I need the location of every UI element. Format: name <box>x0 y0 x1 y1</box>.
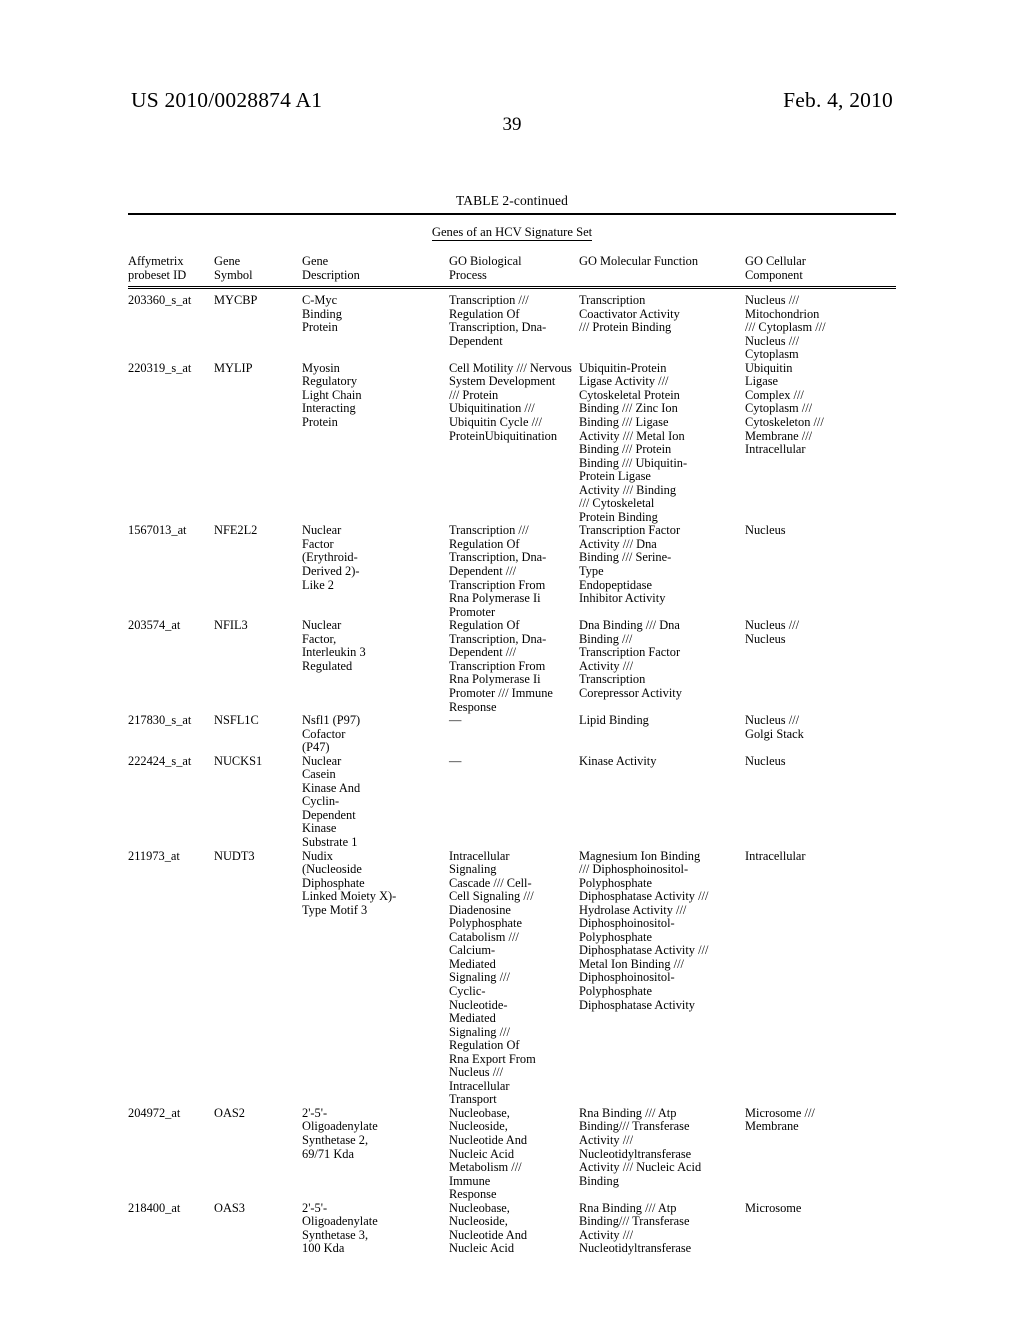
cell-function: Transcription Coactivator Activity /// P… <box>579 293 680 335</box>
table-row: 211973_at NUDT3 Nudix (Nucleoside Diphosph… <box>128 848 896 1107</box>
cell-component: Nucleus /// Mitochondrion /// Cytoplasm … <box>745 293 826 362</box>
column-header-description: Gene Description <box>302 254 360 282</box>
cell-probeset: 218400_at <box>128 1200 181 1215</box>
table-header-row: Affymetrix probeset ID Gene Symbol Gene De… <box>128 242 896 286</box>
cell-function: Magnesium Ion Binding /// Diphosphoinosi… <box>579 848 709 1012</box>
page-number: 39 <box>502 114 522 135</box>
cell-description: Myosin Regulatory Light Chain Interactin… <box>302 360 362 430</box>
cell-component: Nucleus /// Nucleus <box>745 618 800 646</box>
cell-description: 2'-5'- Oligoadenylate Synthetase 2, 69/7… <box>302 1105 378 1161</box>
cell-process: Intracellular Signaling Cascade /// Cell… <box>449 848 536 1107</box>
cell-description: 2'-5'- Oligoadenylate Synthetase 3, 100 … <box>302 1200 378 1256</box>
publication-number: US 2010/0028874 A1 <box>131 88 323 112</box>
cell-component: Microsome /// Membrane <box>745 1105 815 1134</box>
table-row: 1567013_at NFE2L2 Nuclear Factor (Erythroi… <box>128 524 896 619</box>
cell-process: — <box>449 753 462 768</box>
cell-component: Nucleus <box>745 753 786 768</box>
table-2-continued: TABLE 2-continued Genes of an HCV Signat… <box>128 193 896 1256</box>
cell-component: Ubiquitin Ligase Complex /// Cytoplasm /… <box>745 360 824 457</box>
cell-process: Transcription /// Regulation Of Transcri… <box>449 523 547 619</box>
cell-description: Nuclear Factor (Erythroid- Derived 2)- L… <box>302 523 360 592</box>
column-header-process: GO Biological Process <box>449 254 522 282</box>
table-subtitle-text: Genes of an HCV Signature Set <box>431 225 593 241</box>
cell-function: Rna Binding /// Atp Binding/// Transfera… <box>579 1200 692 1256</box>
cell-symbol: OAS3 <box>214 1200 245 1215</box>
cell-probeset: 217830_s_at <box>128 713 192 728</box>
cell-process: Cell Motility /// Nervous System Develop… <box>449 360 572 443</box>
table-row: 203574_at NFIL3 Nuclear Factor, Interleuki… <box>128 618 896 714</box>
cell-symbol: MYLIP <box>214 360 253 375</box>
table-body: 203360_s_at MYCBP C-Myc Binding Protein Tra… <box>128 289 896 1256</box>
cell-symbol: NUDT3 <box>214 848 255 863</box>
cell-description: C-Myc Binding Protein <box>302 293 342 335</box>
cell-description: Nsfl1 (P97) Cofactor (P47) <box>302 713 361 755</box>
cell-function: Lipid Binding <box>579 713 649 728</box>
cell-symbol: NFIL3 <box>214 618 248 633</box>
cell-process: Transcription /// Regulation Of Transcri… <box>449 293 547 348</box>
patent-page: US 2010/0028874 A1 Feb. 4, 2010 39 TABLE… <box>0 0 1024 1320</box>
table-row: 220319_s_at MYLIP Myosin Regulatory Light … <box>128 360 896 525</box>
table-row: 204972_at OAS2 2'-5'- Oligoadenylate Synth… <box>128 1105 896 1202</box>
cell-symbol: NFE2L2 <box>214 523 258 538</box>
column-header-probeset: Affymetrix probeset ID <box>128 254 187 282</box>
table-caption: TABLE 2-continued <box>456 193 568 208</box>
cell-probeset: 203574_at <box>128 618 181 633</box>
table-row: 217830_s_at NSFL1C Nsfl1 (P97) Cofactor (P… <box>128 713 896 755</box>
cell-function: Dna Binding /// Dna Binding /// Transcri… <box>579 618 682 700</box>
column-header-symbol: Gene Symbol <box>214 254 253 282</box>
cell-function: Rna Binding /// Atp Binding/// Transfera… <box>579 1105 702 1188</box>
cell-function: Kinase Activity <box>579 753 657 768</box>
cell-component: Nucleus /// Golgi Stack <box>745 713 804 741</box>
cell-component: Intracellular <box>745 848 806 863</box>
table-row: 218400_at OAS3 2'-5'- Oligoadenylate Synth… <box>128 1200 896 1256</box>
cell-probeset: 203360_s_at <box>128 293 192 308</box>
cell-probeset: 1567013_at <box>128 523 187 538</box>
cell-symbol: NUCKS1 <box>214 753 263 768</box>
table-row: 222424_s_at NUCKS1 Nuclear Casein Kinase A… <box>128 753 896 850</box>
column-header-component: GO Cellular Component <box>745 254 806 282</box>
cell-component: Nucleus <box>745 523 786 538</box>
cell-probeset: 204972_at <box>128 1105 181 1120</box>
cell-process: Regulation Of Transcription, Dna- Depend… <box>449 618 553 714</box>
table-row: 203360_s_at MYCBP C-Myc Binding Protein Tra… <box>128 293 896 362</box>
cell-probeset: 211973_at <box>128 848 180 863</box>
cell-component: Microsome <box>745 1200 802 1215</box>
cell-process: Nucleobase, Nucleoside, Nucleotide And N… <box>449 1200 528 1256</box>
cell-probeset: 220319_s_at <box>128 360 192 375</box>
cell-function: Transcription Factor Activity /// Dna Bi… <box>579 523 681 606</box>
cell-process: Nucleobase, Nucleoside, Nucleotide And N… <box>449 1105 528 1202</box>
cell-symbol: MYCBP <box>214 293 258 308</box>
cell-description: Nuclear Factor, Interleukin 3 Regulated <box>302 618 366 673</box>
cell-symbol: OAS2 <box>214 1105 245 1120</box>
cell-process: — <box>449 713 462 728</box>
cell-probeset: 222424_s_at <box>128 753 192 768</box>
cell-description: Nuclear Casein Kinase And Cyclin- Depend… <box>302 753 361 849</box>
cell-symbol: NSFL1C <box>214 713 259 728</box>
publication-date: Feb. 4, 2010 <box>783 88 893 112</box>
column-header-function: GO Molecular Function <box>579 254 699 268</box>
table-subtitle: Genes of an HCV Signature Set <box>128 215 896 242</box>
running-head: US 2010/0028874 A1 Feb. 4, 2010 <box>131 88 893 113</box>
cell-description: Nudix (Nucleoside Diphosphate Linked Moi… <box>302 848 397 917</box>
cell-function: Ubiquitin-Protein Ligase Activity /// Cy… <box>579 360 688 524</box>
